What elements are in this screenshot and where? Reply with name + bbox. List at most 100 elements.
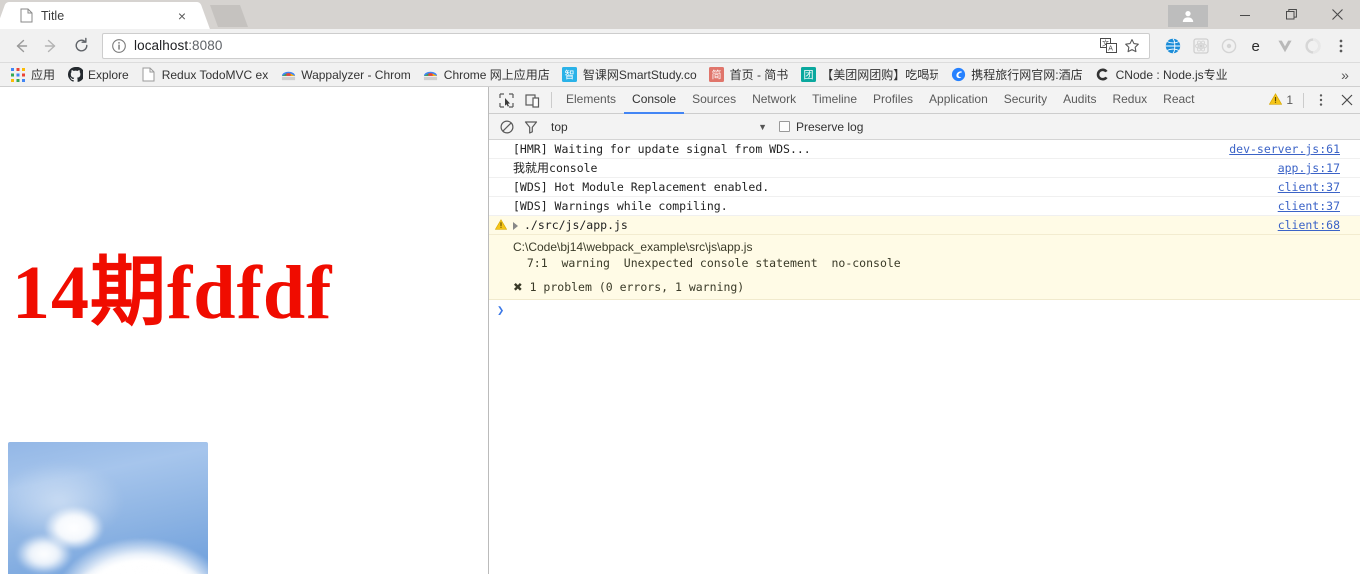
- bookmark-label: 智课网SmartStudy.co: [582, 68, 697, 82]
- edge-extension-icon[interactable]: e: [1244, 33, 1270, 59]
- preserve-log-toggle[interactable]: Preserve log: [779, 120, 863, 134]
- minimize-button[interactable]: [1222, 0, 1268, 29]
- bookmark-apps[interactable]: 应用: [4, 65, 61, 85]
- site-info-icon[interactable]: [111, 38, 127, 54]
- svg-text:e: e: [1252, 38, 1260, 55]
- warning-triangle-icon: [1269, 92, 1283, 108]
- devtools-tab-timeline[interactable]: Timeline: [804, 87, 865, 114]
- meituan-icon: 团: [800, 67, 816, 83]
- bookmark-ctrip[interactable]: 携程旅行网官网:酒店: [944, 65, 1088, 85]
- filter-funnel-icon[interactable]: [519, 115, 543, 139]
- bookmark-label: Explore: [88, 67, 129, 82]
- console-output[interactable]: [HMR] Waiting for update signal from WDS…: [489, 140, 1360, 574]
- warning-file-path: C:\Code\bj14\webpack_example\src\js\app.…: [513, 240, 753, 254]
- address-bar[interactable]: localhost:8080 文 A: [102, 32, 1150, 59]
- devtools-tab-audits[interactable]: Audits: [1055, 87, 1104, 114]
- bookmark-explore[interactable]: Explore: [61, 65, 135, 85]
- new-tab-button[interactable]: [209, 5, 249, 27]
- tab-close-icon[interactable]: ×: [174, 8, 190, 24]
- devtools-tab-console[interactable]: Console: [624, 87, 685, 114]
- devtools-more-icon[interactable]: [1308, 87, 1334, 113]
- bookmark-chrome-webstore[interactable]: Chrome 网上应用店: [417, 65, 556, 85]
- bookmark-cnode[interactable]: CNode : Node.js专业: [1089, 65, 1234, 85]
- bookmark-jianshu[interactable]: 简 首页 - 简书: [703, 65, 795, 85]
- tab-strip: Title ×: [0, 0, 1360, 29]
- warning-count-badge[interactable]: 1: [1269, 92, 1299, 108]
- warning-summary-text: 1 problem (0 errors, 1 warning): [529, 280, 745, 294]
- unknown-extension-icon[interactable]: [1300, 33, 1326, 59]
- bookmark-label: Redux TodoMVC ex: [161, 67, 269, 82]
- inspect-element-icon[interactable]: [493, 87, 519, 113]
- forward-button[interactable]: [36, 32, 66, 60]
- maximize-button[interactable]: [1268, 0, 1314, 29]
- star-icon[interactable]: [1121, 35, 1143, 57]
- clear-console-icon[interactable]: [495, 115, 519, 139]
- console-source-link[interactable]: client:37: [1266, 199, 1360, 214]
- devtools-tab-profiles[interactable]: Profiles: [865, 87, 921, 114]
- console-source-link[interactable]: app.js:17: [1266, 161, 1360, 176]
- bookmark-smartstudy[interactable]: 智 智课网SmartStudy.co: [556, 65, 703, 85]
- chrome-menu-icon[interactable]: [1328, 33, 1354, 59]
- tab-favicon-icon: [20, 8, 33, 23]
- svg-text:简: 简: [712, 69, 722, 82]
- console-log-row[interactable]: [WDS] Warnings while compiling. client:3…: [489, 197, 1360, 216]
- console-log-row[interactable]: [WDS] Hot Module Replacement enabled. cl…: [489, 178, 1360, 197]
- tab-title: Title: [41, 8, 65, 23]
- window-controls: [1168, 0, 1360, 29]
- console-message-cjk: 我就用: [513, 161, 550, 175]
- console-source-link[interactable]: dev-server.js:61: [1217, 142, 1360, 157]
- page-viewport[interactable]: 14期fdfdf: [0, 87, 488, 574]
- url-host: localhost: [134, 38, 189, 53]
- preserve-log-checkbox[interactable]: [779, 121, 790, 132]
- warning-detail-line: 7:1 warning Unexpected console statement…: [513, 256, 901, 270]
- console-warning-row[interactable]: ./src/js/app.js client:68: [489, 216, 1360, 235]
- svg-text:智: 智: [565, 69, 575, 82]
- console-log-row[interactable]: 我就用console app.js:17: [489, 159, 1360, 178]
- bookmark-meituan[interactable]: 团 【美团网团购】吃喝玩: [794, 65, 944, 85]
- translate-icon[interactable]: 文 A: [1097, 35, 1119, 57]
- jianshu-icon: 简: [709, 67, 725, 83]
- apps-grid-icon: [10, 67, 26, 83]
- close-window-button[interactable]: [1314, 0, 1360, 29]
- devtools-tab-security[interactable]: Security: [996, 87, 1055, 114]
- console-message: [WDS] Hot Module Replacement enabled.: [513, 180, 770, 194]
- reload-button[interactable]: [66, 32, 96, 60]
- bookmark-label: 首页 - 简书: [729, 68, 789, 82]
- devtools-close-icon[interactable]: [1334, 87, 1360, 113]
- cnode-icon: [1095, 67, 1111, 83]
- devtools-tab-react[interactable]: React: [1155, 87, 1202, 114]
- globe-extension-icon[interactable]: [1160, 33, 1186, 59]
- expand-arrow-icon[interactable]: [513, 222, 518, 230]
- react-devtools-icon[interactable]: [1188, 33, 1214, 59]
- redux-devtools-icon[interactable]: [1216, 33, 1242, 59]
- devtools-tab-network[interactable]: Network: [744, 87, 804, 114]
- warning-triangle-icon: [489, 218, 513, 230]
- vue-devtools-icon[interactable]: [1272, 33, 1298, 59]
- console-log-row[interactable]: [HMR] Waiting for update signal from WDS…: [489, 140, 1360, 159]
- profile-avatar-icon[interactable]: [1168, 5, 1208, 27]
- warning-count-value: 1: [1286, 93, 1293, 107]
- browser-tab[interactable]: Title ×: [8, 2, 198, 29]
- bookmark-redux-todomvc[interactable]: Redux TodoMVC ex: [135, 65, 275, 85]
- bookmark-label: 应用: [31, 68, 56, 82]
- device-toolbar-icon[interactable]: [519, 87, 545, 113]
- toolbar-divider: [551, 92, 552, 108]
- console-message: [WDS] Warnings while compiling.: [513, 199, 728, 213]
- bookmarks-overflow-icon[interactable]: »: [1334, 63, 1356, 86]
- devtools-tab-sources[interactable]: Sources: [684, 87, 744, 114]
- execution-context-select[interactable]: top ▼: [543, 120, 773, 134]
- browser-window: Title × localhost:8080 文 A e 应用 Explore …: [0, 0, 1360, 574]
- bookmark-wappalyzer[interactable]: Wappalyzer - Chrom: [274, 65, 417, 85]
- console-source-link[interactable]: client:37: [1266, 180, 1360, 195]
- devtools-tab-elements[interactable]: Elements: [558, 87, 624, 114]
- back-button[interactable]: [6, 32, 36, 60]
- address-bar-text: localhost:8080: [134, 38, 1097, 53]
- console-prompt[interactable]: ❯: [489, 300, 1360, 320]
- devtools-tab-application[interactable]: Application: [921, 87, 996, 114]
- chrome-window: Title × localhost:8080 文 A e 应用 Explore …: [0, 0, 1360, 574]
- address-bar-actions: 文 A: [1097, 35, 1143, 57]
- devtools-tab-redux[interactable]: Redux: [1104, 87, 1155, 114]
- console-source-link[interactable]: client:68: [1266, 218, 1360, 233]
- chrome-store-icon: [280, 67, 296, 83]
